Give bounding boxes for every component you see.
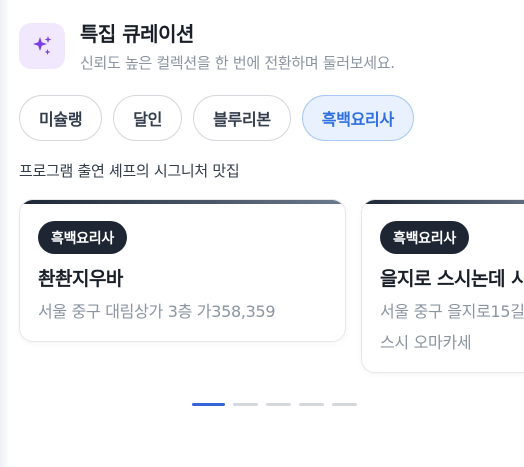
sparkles-icon bbox=[33, 36, 52, 55]
restaurant-card[interactable]: 흑백요리사 을지로 스시논데 시 서울 중구 을지로15길 스시 오마카세 bbox=[361, 199, 524, 373]
pager-dot[interactable] bbox=[332, 403, 357, 406]
edge-shadow bbox=[0, 0, 10, 467]
curation-tabs: 미슐랭 달인 블루리본 흑백요리사 bbox=[19, 95, 414, 141]
page-title: 특집 큐레이션 bbox=[80, 22, 194, 46]
card-address: 서울 중구 을지로15길 bbox=[380, 302, 524, 321]
page-subtitle: 신뢰도 높은 컬렉션을 한 번에 전환하며 둘러보세요. bbox=[80, 54, 395, 72]
restaurant-card[interactable]: 흑백요리사 촨촨지우바 서울 중구 대림상가 3층 가358,359 bbox=[19, 199, 346, 342]
curation-panel: 특집 큐레이션 신뢰도 높은 컬렉션을 한 번에 전환하며 둘러보세요. 미슐랭… bbox=[0, 0, 524, 467]
card-accent-bar bbox=[20, 200, 345, 204]
pager-dot[interactable] bbox=[266, 403, 291, 406]
card-accent-bar bbox=[362, 200, 524, 204]
curation-icon-tile bbox=[19, 23, 65, 69]
carousel-pager bbox=[192, 403, 357, 406]
tab-black-white-chef[interactable]: 흑백요리사 bbox=[301, 95, 414, 141]
card-badge: 흑백요리사 bbox=[38, 221, 127, 254]
pager-dot[interactable] bbox=[233, 403, 258, 406]
section-label: 프로그램 출연 셰프의 시그니처 맛집 bbox=[19, 162, 240, 180]
card-category: 스시 오마카세 bbox=[380, 333, 472, 352]
card-title: 촨촨지우바 bbox=[38, 268, 123, 290]
tab-michelin[interactable]: 미슐랭 bbox=[19, 95, 103, 141]
card-title: 을지로 스시논데 시 bbox=[380, 268, 524, 290]
card-address: 서울 중구 대림상가 3층 가358,359 bbox=[38, 302, 276, 321]
pager-dot[interactable] bbox=[192, 403, 225, 406]
tab-blue-ribbon[interactable]: 블루리본 bbox=[193, 95, 291, 141]
pager-dot[interactable] bbox=[299, 403, 324, 406]
tab-master[interactable]: 달인 bbox=[113, 95, 183, 141]
card-badge: 흑백요리사 bbox=[380, 221, 469, 254]
